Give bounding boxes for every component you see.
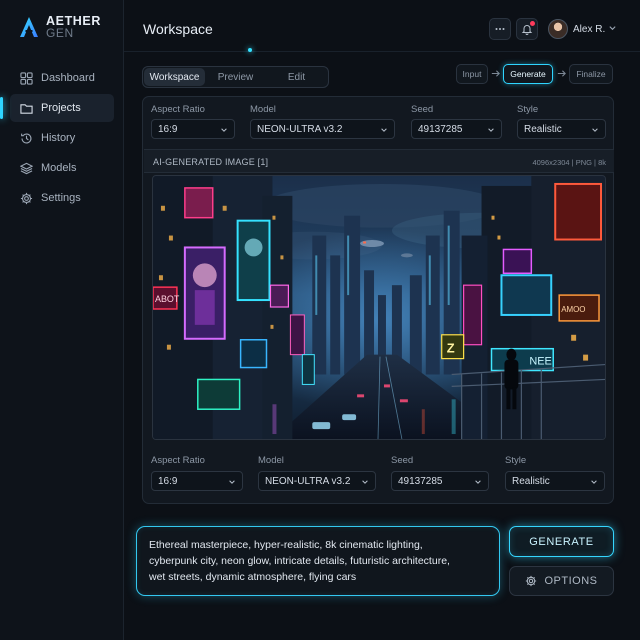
sidebar-item-label: Dashboard [41,72,95,84]
seed-value: 49137285 [398,475,443,487]
sidebar: AETHER GEN Dashboard Projects History Mo… [0,0,124,640]
model-value: NEON-ULTRA v3.2 [257,123,343,135]
aether-logo-icon [20,17,38,37]
style-value: Realistic [512,475,550,487]
settings-row-bottom: Aspect Ratio 16:9 Model NEON-ULTRA v3.2 … [143,449,613,495]
top-header: Workspace Alex R. [124,0,640,52]
more-button[interactable] [489,18,511,40]
gear-icon [20,192,33,204]
notification-badge [530,21,535,26]
history-icon [21,132,32,143]
image-meta: 4096x2304 | PNG | 8k [532,158,606,167]
tab-edit[interactable]: Edit [266,68,327,86]
seed-input[interactable]: 49137285 [391,471,489,491]
step-finalize[interactable]: Finalize [569,64,613,84]
accent-glow-dot [248,48,252,52]
style-select[interactable]: Realistic [517,119,606,139]
options-button-label: OPTIONS [544,575,598,587]
sidebar-nav: Dashboard Projects History Models Settin… [0,64,124,214]
model-value: NEON-ULTRA v3.2 [265,475,351,487]
prompt-input[interactable]: Ethereal masterpiece, hyper-realistic, 8… [136,526,500,596]
model-label: Model [258,455,284,466]
model-label: Model [250,104,276,115]
chevron-down-icon [229,480,235,484]
cyberpunk-city-image: ABOT Z NEE AMOO [153,176,605,439]
chevron-down-icon [475,480,481,484]
prompt-line: cyberpunk city, neon glow, intricate det… [149,555,450,567]
tab-workspace[interactable]: Workspace [144,68,205,86]
billboard-text: ABOT [155,294,180,304]
seed-label: Seed [391,455,414,466]
generated-image[interactable]: ABOT Z NEE AMOO [152,175,606,440]
settings-row-top: Aspect Ratio 16:9 Model NEON-ULTRA v3.2 … [143,97,613,143]
arrow-right-icon [557,70,566,77]
aspect-ratio-value: 16:9 [158,475,178,487]
generate-button[interactable]: GENERATE [509,526,614,557]
sidebar-item-label: Settings [41,192,81,204]
seed-input[interactable]: 49137285 [411,119,502,139]
chevron-down-icon [592,128,598,132]
aspect-ratio-label: Aspect Ratio [151,104,205,115]
billboard-text: NEE [529,356,552,368]
chevron-down-icon[interactable] [608,23,617,32]
model-select[interactable]: NEON-ULTRA v3.2 [250,119,395,139]
style-value: Realistic [524,123,562,135]
sidebar-item-label: Models [41,162,77,174]
folder-icon [20,103,33,114]
aspect-ratio-value: 16:9 [158,123,178,135]
page-title: Workspace [143,21,213,37]
generate-button-label: GENERATE [529,535,594,548]
sidebar-item-projects[interactable]: Projects [0,94,114,122]
aspect-ratio-select[interactable]: 16:9 [151,471,243,491]
sidebar-item-dashboard[interactable]: Dashboard [10,64,114,92]
arrow-right-icon [491,70,500,77]
grid-icon [20,71,33,85]
step-input[interactable]: Input [456,64,488,84]
chevron-down-icon [381,128,387,132]
generation-panel: Aspect Ratio 16:9 Model NEON-ULTRA v3.2 … [142,96,614,504]
seed-value: 49137285 [418,123,463,135]
style-label: Style [517,104,539,115]
sidebar-item-settings[interactable]: Settings [10,184,114,212]
chevron-down-icon [362,480,368,484]
brand-subname: GEN [46,26,74,40]
brand-logo[interactable]: AETHER GEN [18,15,101,39]
chevron-down-icon [488,128,494,132]
sidebar-item-models[interactable]: Models [10,154,114,182]
model-select[interactable]: NEON-ULTRA v3.2 [258,471,376,491]
view-tabs: Workspace Preview Edit [142,66,329,88]
billboard-text: Z [447,341,455,356]
style-select[interactable]: Realistic [505,471,605,491]
image-header: AI-GENERATED IMAGE [1] 4096x2304 | PNG |… [144,149,614,173]
more-horizontal-icon [495,28,505,30]
aspect-ratio-label: Aspect Ratio [151,455,205,466]
sidebar-item-label: History [41,132,76,144]
tab-preview[interactable]: Preview [205,68,266,86]
seed-label: Seed [411,104,434,115]
step-generate[interactable]: Generate [503,64,553,84]
prompt-line: Ethereal masterpiece, hyper-realistic, 8… [149,539,423,551]
prompt-line: wet streets, dynamic atmosphere, flying … [149,571,357,583]
chevron-down-icon [221,128,227,132]
options-button[interactable]: OPTIONS [509,566,614,596]
notifications-button[interactable] [516,18,538,40]
image-title: AI-GENERATED IMAGE [1] [153,157,269,167]
billboard-text: AMOO [561,305,585,314]
chevron-down-icon [591,480,597,484]
aspect-ratio-select[interactable]: 16:9 [151,119,235,139]
avatar[interactable] [548,19,568,39]
sidebar-item-label: Projects [41,102,81,114]
layers-icon [20,162,33,174]
style-label: Style [505,455,527,466]
user-name[interactable]: Alex R. [573,24,605,35]
sidebar-item-history[interactable]: History [10,124,114,152]
gear-icon [526,575,537,587]
